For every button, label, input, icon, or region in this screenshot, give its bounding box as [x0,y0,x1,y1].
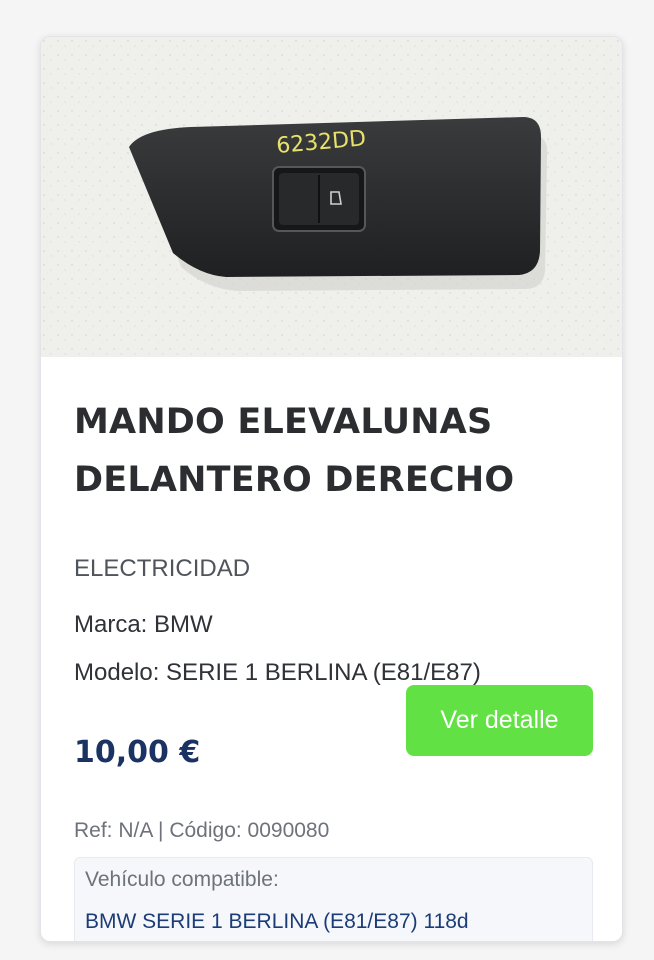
compatible-vehicle-link[interactable]: BMW SERIE 1 BERLINA (E81/E87) 118d [85,910,469,934]
reference-code: Ref: N/A | Código: 0090080 [74,819,330,842]
window-switch-image: 6232DD [41,37,622,357]
product-model: Modelo: SERIE 1 BERLINA (E81/E87) [74,659,481,686]
product-title-line1: MANDO ELEVALUNAS [74,402,493,442]
product-title-line2: DELANTERO DERECHO [74,460,515,500]
product-card: 6232DD MANDO ELEVALUNAS DELANTERO DERECH… [40,36,623,942]
product-price: 10,00 € [74,735,201,770]
product-category: ELECTRICIDAD [74,555,251,582]
product-brand: Marca: BMW [74,611,213,638]
product-photo[interactable]: 6232DD [41,37,622,357]
view-detail-button[interactable]: Ver detalle [406,685,593,756]
compatible-vehicle-box: Vehículo compatible: BMW SERIE 1 BERLINA… [74,857,593,941]
product-title[interactable]: MANDO ELEVALUNAS DELANTERO DERECHO [74,393,594,509]
compatible-vehicle-label: Vehículo compatible: [85,868,279,891]
product-info: MANDO ELEVALUNAS DELANTERO DERECHO ELECT… [74,393,594,941]
